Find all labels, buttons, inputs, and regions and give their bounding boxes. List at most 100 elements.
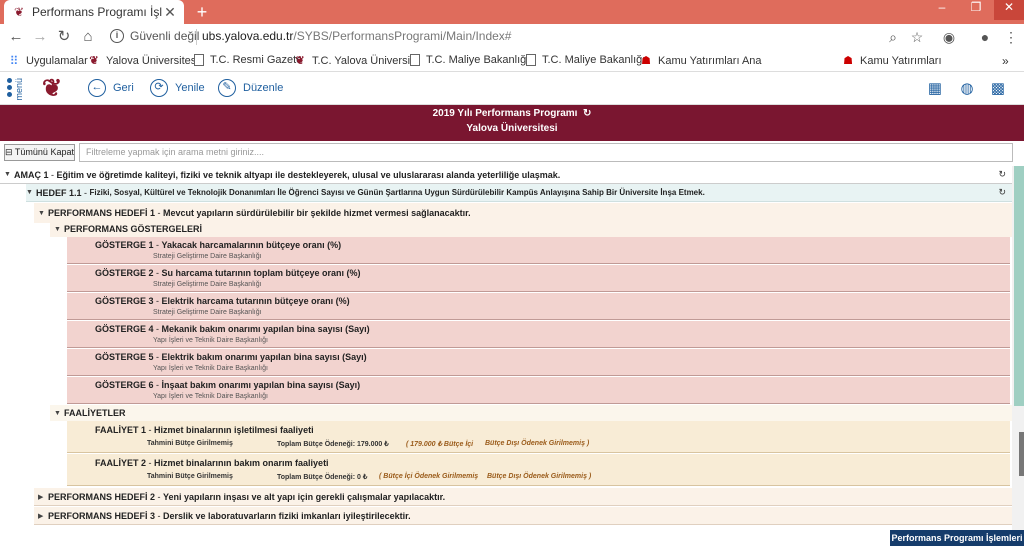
browser-menu-icon[interactable]: ⋮ [1002, 28, 1020, 46]
performans-gostergeleri-row[interactable]: ▼ PERFORMANS GÖSTERGELERİ [50, 221, 1012, 237]
gosterge-text: Elektrik bakım onarımı yapılan bina sayı… [161, 352, 367, 362]
bottom-tab[interactable]: Performans Programı İşlemleri [890, 530, 1024, 546]
document-icon [526, 54, 536, 66]
budget-outside: Bütçe Dışı Ödenek Girilmemiş ) [487, 473, 592, 480]
forward-arrow-icon[interactable]: → [30, 27, 50, 47]
minimize-button[interactable]: – [928, 0, 956, 20]
gosterge-text: Elektrik harcama tutarının bütçeye oranı… [161, 296, 350, 306]
collapse-icon: ⊟ [5, 147, 13, 157]
gosterge-item[interactable]: GÖSTERGE 1 - Yakacak harcamalarının bütç… [67, 237, 1010, 264]
performans-hedefi-row[interactable]: ▶ PERFORMANS HEDEFİ 3 - Derslik ve labor… [34, 507, 1012, 525]
apps-icon[interactable]: ▩ [989, 81, 1007, 97]
bookmark-apps[interactable]: ⠿ Uygulamalar [8, 54, 88, 68]
gosterge-text: Su harcama tutarının toplam bütçeye oran… [161, 268, 361, 278]
window-close-button[interactable]: ✕ [994, 0, 1024, 20]
caret-down-icon[interactable]: ▼ [38, 210, 48, 217]
yalova-logo-icon: ❦ [295, 55, 305, 67]
filter-input[interactable]: Filtreleme yapmak için arama metni girin… [79, 143, 1013, 162]
caret-down-icon[interactable]: ▼ [26, 189, 36, 196]
gosterge-item[interactable]: GÖSTERGE 4 - Mekanik bakım onarımı yapıl… [67, 321, 1010, 348]
maximize-button[interactable]: ❐ [962, 0, 990, 20]
bookmark-star-icon[interactable]: ☆ [908, 28, 926, 46]
gosterge-text: İnşaat bakım onarımı yapılan bina sayısı… [161, 380, 361, 390]
gosterge-unit: Yapı İşleri ve Teknik Daire Başkanlığı [153, 393, 268, 400]
gosterge-code: GÖSTERGE 4 [95, 324, 154, 334]
gosterge-item[interactable]: GÖSTERGE 5 - Elektrik bakım onarımı yapı… [67, 349, 1010, 376]
gosterge-item[interactable]: GÖSTERGE 6 - İnşaat bakım onarımı yapıla… [67, 377, 1010, 404]
collapse-all-button[interactable]: ⊟ Tümünü Kapat [4, 144, 75, 161]
page-title-text: 2019 Yılı Performans Programı [432, 108, 578, 119]
budget-outside: Bütçe Dışı Ödenek Girilmemiş ) [485, 440, 590, 447]
bookmark-maliye-1[interactable]: T.C. Maliye Bakanlığı [410, 54, 529, 66]
bookmark-resmi-gazete[interactable]: T.C. Resmi Gazete [194, 54, 302, 66]
menu-toggle[interactable]: menü [5, 76, 24, 104]
url-field[interactable]: i Güvenli değil ubs.yalova.edu.tr/SYBS/P… [104, 26, 934, 48]
bookmark-label: Kamu Yatırımları Ana [658, 54, 762, 67]
info-icon[interactable]: i [110, 29, 124, 43]
bookmark-yalova-univ[interactable]: ❦ T.C. Yalova Üniversite [294, 54, 419, 68]
perf-hedef-text: Derslik ve laboratuvarların fiziki imkan… [163, 510, 411, 521]
reload-icon[interactable]: ↻ [54, 27, 74, 47]
refresh-button[interactable]: ⟳ Yenile [150, 79, 205, 97]
gosterge-item[interactable]: GÖSTERGE 2 - Su harcama tutarının toplam… [67, 265, 1010, 292]
gosterge-item[interactable]: GÖSTERGE 3 - Elektrik harcama tutarının … [67, 293, 1010, 320]
perf-hedef-text: Yeni yapıların inşası ve alt yapı için g… [163, 491, 446, 502]
zoom-icon[interactable]: ⌕ [884, 28, 902, 46]
gosterge-text: Mekanik bakım onarımı yapılan bina sayıs… [161, 324, 370, 334]
address-bar: ← → ↻ ⌂ i Güvenli değil ubs.yalova.edu.t… [0, 24, 1024, 50]
bookmark-label: Kamu Yatırımları [860, 54, 942, 67]
globe-icon[interactable]: ◍ [958, 81, 976, 97]
omnibox-separator [196, 29, 197, 45]
refresh-small-icon[interactable]: ↻ [998, 187, 1006, 198]
scrollbar-thumb[interactable] [1014, 166, 1024, 406]
faaliyet-item[interactable]: FAALİYET 1 - Hizmet binalarının işletilm… [67, 421, 1010, 453]
faaliyet-text: Hizmet binalarının işletilmesi faaliyeti [154, 425, 314, 435]
tab-title: Performans Programı İşlemleri [32, 5, 162, 19]
gosterge-unit: Yapı İşleri ve Teknik Daire Başkanlığı [153, 337, 268, 344]
caret-right-icon[interactable]: ▶ [38, 493, 48, 501]
back-button[interactable]: ← Geri [88, 79, 134, 97]
performans-hedefi-row[interactable]: ▶ PERFORMANS HEDEFİ 2 - Yeni yapıların i… [34, 488, 1012, 506]
bookmark-maliye-2[interactable]: T.C. Maliye Bakanlığı [526, 54, 645, 66]
bookmark-label: T.C. Resmi Gazete [210, 54, 303, 66]
home-icon[interactable]: ⌂ [78, 27, 98, 47]
back-label: Geri [113, 82, 134, 94]
url-text: ubs.yalova.edu.tr/SYBS/PerformansProgram… [202, 29, 511, 43]
caret-down-icon[interactable]: ▼ [54, 410, 64, 417]
hedef-row[interactable]: ▼ HEDEF 1.1 - Fiziki, Sosyal, Kültürel v… [26, 184, 1012, 202]
caret-right-icon[interactable]: ▶ [38, 512, 48, 520]
caret-down-icon[interactable]: ▼ [54, 226, 64, 233]
university-logo: ❦ [42, 75, 63, 102]
bookmark-label: Uygulamalar [26, 55, 88, 67]
close-tab-icon[interactable]: ✕ [162, 4, 178, 21]
document-icon [410, 54, 420, 66]
extension-icon[interactable]: ◉ [940, 28, 958, 46]
performans-hedefi-row[interactable]: ▼ PERFORMANS HEDEFİ 1 - Mevcut yapıların… [34, 203, 1012, 223]
back-arrow-icon[interactable]: ← [6, 27, 26, 47]
bookmarks-bar: ⠿ Uygulamalar ❦ Yalova Üniversitesi T.C. R… [0, 50, 1024, 72]
amac-row[interactable]: ▼ AMAÇ 1 - Eğitim ve öğretimde kaliteyi,… [0, 166, 1012, 184]
refresh-small-icon[interactable]: ↻ [583, 108, 591, 119]
caret-down-icon[interactable]: ▼ [4, 171, 14, 178]
bookmark-kamu-ana[interactable]: ☗ Kamu Yatırımları Ana [640, 54, 762, 68]
browser-tab[interactable]: ❦ Performans Programı İşlemleri ✕ [4, 0, 184, 24]
new-tab-button[interactable]: + [192, 2, 212, 22]
faaliyet-item[interactable]: FAALİYET 2 - Hizmet binalarının bakım on… [67, 454, 1010, 486]
budget-inside: ( 179.000 ₺ Bütçe İçi [406, 441, 474, 448]
profile-icon[interactable]: ● [976, 28, 994, 46]
page-scrollbar-thumb[interactable] [1019, 432, 1024, 476]
bookmark-kamu[interactable]: ☗ Kamu Yatırımları [842, 54, 942, 68]
faaliyetler-row[interactable]: ▼ FAALİYETLER [50, 405, 1012, 421]
refresh-icon: ⟳ [150, 79, 168, 97]
menu-label: menü [14, 78, 24, 101]
calendar-icon[interactable]: ▦ [926, 81, 944, 97]
gosterge-code: GÖSTERGE 3 [95, 296, 154, 306]
bookmarks-overflow-icon[interactable]: » [1002, 54, 1009, 68]
edit-button[interactable]: ✎ Düzenle [218, 79, 283, 97]
amac-code: AMAÇ 1 [14, 169, 49, 180]
bookmark-yalova[interactable]: ❦ Yalova Üniversitesi [88, 54, 198, 68]
refresh-label: Yenile [175, 82, 205, 94]
url-host: ubs.yalova.edu.tr [202, 29, 294, 43]
refresh-small-icon[interactable]: ↻ [998, 169, 1006, 180]
page-title: 2019 Yılı Performans Programı ↻ [0, 108, 1024, 119]
